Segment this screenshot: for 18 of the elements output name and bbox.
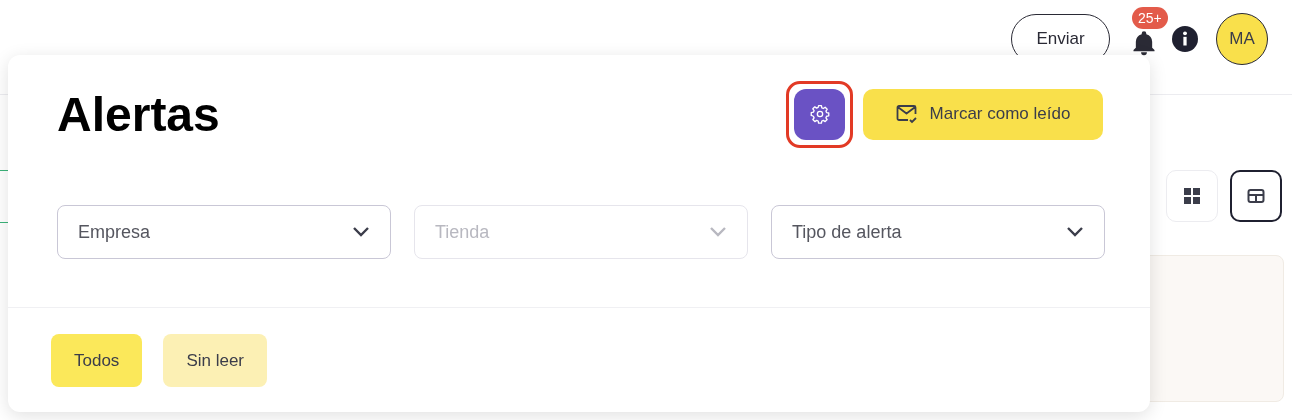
panel-title: Alertas: [57, 86, 221, 142]
notification-badge: 25+: [1132, 7, 1168, 29]
info-icon[interactable]: [1172, 26, 1198, 52]
user-avatar[interactable]: MA: [1216, 13, 1268, 65]
mark-as-read-button[interactable]: Marcar como leído: [863, 88, 1103, 140]
chevron-down-icon: [1066, 226, 1084, 238]
filter-dropdown[interactable]: Empresa: [57, 205, 391, 259]
settings-icon: [809, 104, 830, 124]
mail-check-icon: [895, 104, 918, 124]
view-toggle[interactable]: [1230, 170, 1282, 222]
table-icon: [1247, 187, 1265, 205]
chevron-down-icon: [352, 226, 370, 238]
filter-dropdown[interactable]: Tipo de alerta: [771, 205, 1105, 259]
grid-icon: [1183, 187, 1201, 205]
filter-tab[interactable]: Sin leer: [163, 334, 267, 387]
filter-tab[interactable]: Todos: [51, 334, 143, 387]
settings-button[interactable]: [794, 88, 845, 140]
chevron-down-icon: [709, 226, 727, 238]
